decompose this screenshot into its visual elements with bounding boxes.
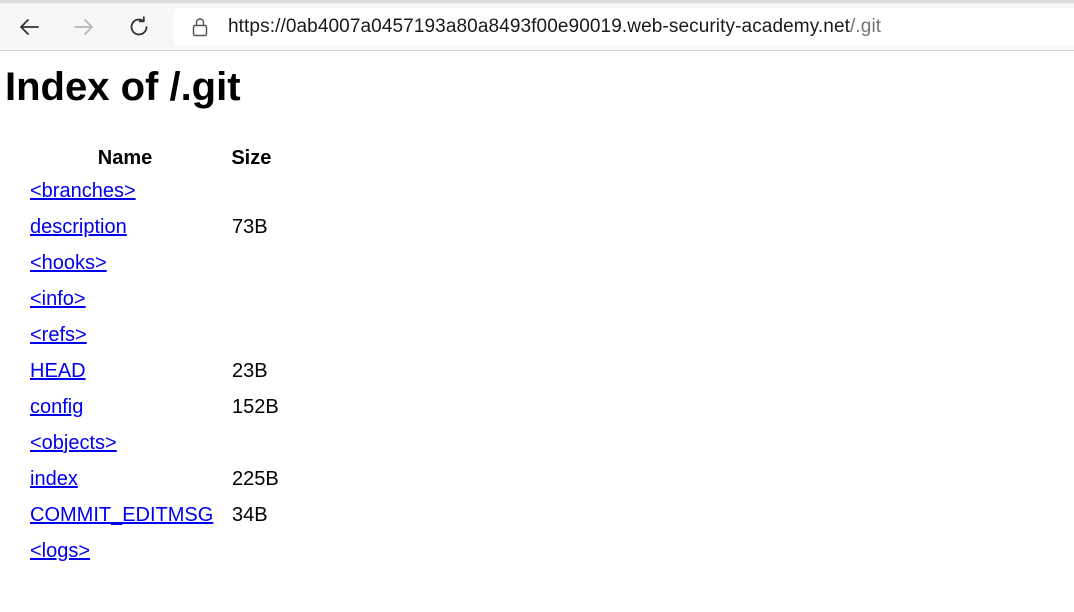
entry-size: 23B [232,359,268,382]
table-row: <logs> [28,533,281,569]
address-bar[interactable]: https://0ab4007a0457193a80a8493f00e90019… [174,8,1074,46]
entry-link-commit-editmsg[interactable]: COMMIT_EDITMSG [30,504,213,526]
table-row: index 225B [28,461,281,497]
reload-button[interactable] [124,12,154,42]
url-path: /.git [850,16,882,37]
url-text[interactable]: https://0ab4007a0457193a80a8493f00e90019… [228,16,881,38]
page-content: Index of /.git Name Size <branches> desc… [0,51,1074,612]
entry-size: 225B [232,467,279,490]
column-header-name: Name [97,146,153,169]
entry-link-hooks[interactable]: <hooks> [30,252,107,274]
back-button[interactable] [14,12,44,42]
entry-link-config[interactable]: config [30,396,83,418]
table-row: COMMIT_EDITMSG 34B [28,497,281,533]
browser-toolbar: https://0ab4007a0457193a80a8493f00e90019… [0,0,1074,51]
entry-link-branches[interactable]: <branches> [30,180,136,202]
entry-link-description[interactable]: description [30,216,127,238]
reload-icon [130,16,148,36]
entry-link-index[interactable]: index [30,468,78,490]
entry-link-objects[interactable]: <objects> [30,432,117,454]
column-header-size: Size [231,146,272,169]
table-row: <objects> [28,425,281,461]
table-row: description 73B [28,209,281,245]
entry-size [222,425,281,461]
forward-arrow-icon [74,19,93,35]
entry-size [222,533,281,569]
entry-size [222,245,281,281]
table-row: <branches> [28,173,281,209]
entry-link-head[interactable]: HEAD [30,360,86,382]
table-header-row: Name Size [28,143,281,173]
table-row: <hooks> [28,245,281,281]
entry-size: 73B [232,215,268,238]
url-host: https://0ab4007a0457193a80a8493f00e90019… [228,16,851,37]
table-row: HEAD 23B [28,353,281,389]
entry-link-info[interactable]: <info> [30,288,86,310]
lock-icon[interactable] [191,17,209,37]
table-row: config 152B [28,389,281,425]
table-row: <refs> [28,317,281,353]
table-row: <info> [28,281,281,317]
entry-link-refs[interactable]: <refs> [30,324,87,346]
back-arrow-icon [20,19,39,35]
forward-button[interactable] [69,12,99,42]
entry-size [222,317,281,353]
page-title: Index of /.git [5,65,241,109]
directory-listing: Name Size <branches> description 73B <ho… [28,143,281,569]
entry-size: 34B [232,503,268,526]
entry-link-logs[interactable]: <logs> [30,540,90,562]
entry-size: 152B [232,395,279,418]
entry-size [222,281,281,317]
entry-size [222,173,281,209]
